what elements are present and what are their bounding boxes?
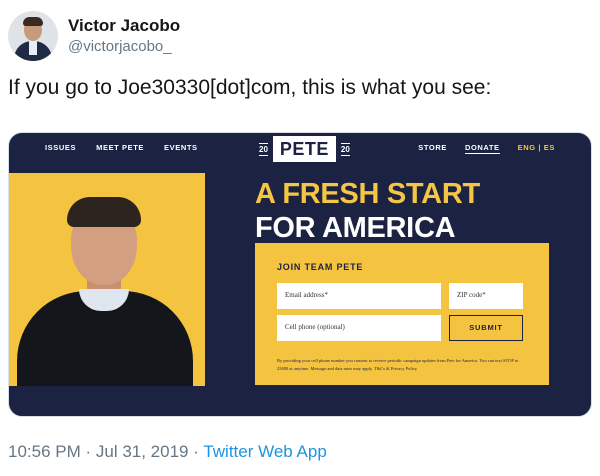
logo-year-right: 20 bbox=[340, 142, 350, 156]
tweet-timestamp[interactable]: 10:56 PM · Jul 31, 2019 · bbox=[8, 442, 203, 461]
signup-form: JOIN TEAM PETE Email address* ZIP code* … bbox=[255, 243, 549, 385]
logo-word: PETE bbox=[272, 136, 336, 162]
zip-field: ZIP code* bbox=[449, 283, 523, 309]
headline-rest: FOR AMERICA bbox=[255, 212, 456, 244]
logo-year-left: 20 bbox=[259, 142, 268, 156]
nav-issues: ISSUES bbox=[45, 143, 77, 152]
submit-button: SUBMIT bbox=[449, 315, 523, 341]
nav-donate: DONATE bbox=[464, 143, 500, 154]
avatar[interactable] bbox=[8, 11, 58, 61]
phone-field: Cell phone (optional) bbox=[277, 315, 441, 341]
email-field: Email address* bbox=[277, 283, 441, 309]
nav-meet-pete: MEET PETE bbox=[96, 143, 145, 152]
headline-accent: A FRESH START bbox=[255, 178, 480, 210]
nav-language: ENG | ES bbox=[517, 143, 555, 152]
nav-events: EVENTS bbox=[164, 143, 198, 152]
pete-logo: 20 PETE 20 bbox=[259, 136, 350, 162]
user-handle[interactable]: @victorjacobo_ bbox=[68, 37, 180, 57]
display-name[interactable]: Victor Jacobo bbox=[68, 15, 180, 37]
tweet-media-image[interactable]: ISSUES MEET PETE EVENTS 20 PETE 20 STORE… bbox=[8, 132, 592, 417]
candidate-photo bbox=[9, 173, 205, 386]
author-names: Victor Jacobo @victorjacobo_ bbox=[68, 15, 180, 57]
source-app-link[interactable]: Twitter Web App bbox=[203, 442, 326, 461]
tweet-header: Victor Jacobo @victorjacobo_ bbox=[8, 8, 180, 64]
tweet-meta: 10:56 PM · Jul 31, 2019 · Twitter Web Ap… bbox=[8, 441, 327, 463]
site-nav: ISSUES MEET PETE EVENTS 20 PETE 20 STORE… bbox=[9, 133, 591, 167]
nav-store: STORE bbox=[418, 143, 447, 152]
form-title: JOIN TEAM PETE bbox=[277, 262, 364, 272]
site-headline: A FRESH START FOR AMERICA bbox=[255, 177, 555, 245]
tweet-text: If you go to Joe30330[dot]com, this is w… bbox=[8, 76, 492, 99]
fine-print: By providing your cell phone number you … bbox=[277, 358, 519, 371]
